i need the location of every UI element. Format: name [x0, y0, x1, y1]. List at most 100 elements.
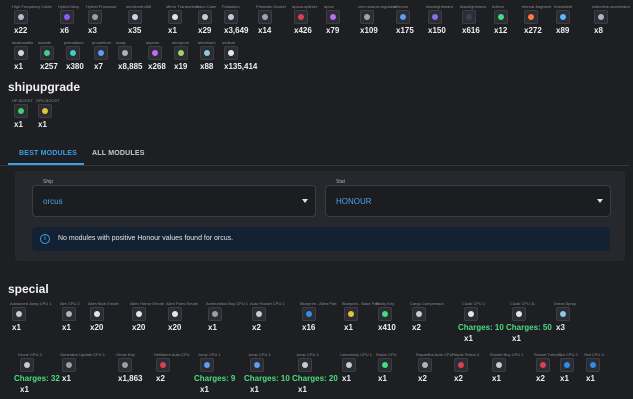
item-label: Generator Update CPU 1 [60, 352, 105, 357]
item-label: Hybrid Processor [86, 4, 117, 9]
item-label: lunarite [38, 40, 52, 45]
item-icon[interactable] [512, 307, 526, 321]
item-icon[interactable] [20, 358, 34, 372]
item-icon[interactable] [250, 358, 264, 372]
item-icon[interactable] [208, 307, 222, 321]
item-icon[interactable] [148, 46, 162, 60]
item-count: x1 [12, 323, 21, 332]
item-count: x109 [360, 26, 378, 35]
item-icon[interactable] [378, 307, 392, 321]
item-count: x2 [536, 374, 545, 383]
item-icon[interactable] [14, 104, 28, 118]
item-label: scrap [116, 40, 126, 45]
chevron-down-icon [302, 199, 308, 203]
item-icon[interactable] [66, 46, 80, 60]
item-icon[interactable] [200, 358, 214, 372]
item-count: x16 [302, 323, 316, 332]
item-icon[interactable] [418, 358, 432, 372]
item-icon[interactable] [258, 10, 272, 24]
item-icon[interactable] [224, 46, 238, 60]
item-icon[interactable] [494, 10, 508, 24]
item-label: boltron [492, 4, 505, 9]
item-icon[interactable] [412, 307, 426, 321]
item-icon[interactable] [128, 10, 142, 24]
item-count: x1 [168, 26, 177, 35]
item-icon[interactable] [168, 307, 182, 321]
item-icon[interactable] [536, 358, 550, 372]
item-icon[interactable] [156, 358, 170, 372]
item-icon[interactable] [38, 104, 52, 118]
item-label: SPD-BOOST [36, 98, 60, 103]
item-icon[interactable] [174, 46, 188, 60]
item-count: x380 [66, 62, 84, 71]
item-icon[interactable] [464, 307, 478, 321]
item-icon[interactable] [594, 10, 608, 24]
item-label: Laboratory CPU 1 [340, 352, 373, 357]
item-label: apoca-splinter [292, 4, 318, 9]
stat-select[interactable]: Stat HONOUR [325, 179, 611, 217]
item-icon[interactable] [40, 46, 54, 60]
item-icon[interactable] [168, 10, 182, 24]
item-count: x1 [512, 334, 521, 343]
item-icon[interactable] [556, 10, 570, 24]
item-icon[interactable] [428, 10, 442, 24]
item-count: x175 [396, 26, 414, 35]
item-count: x1 [62, 323, 71, 332]
tab-all-modules[interactable]: ALL MODULES [92, 150, 145, 157]
item-label: tetrelnium [198, 40, 216, 45]
item-icon[interactable] [556, 307, 570, 321]
item-count: x19 [174, 62, 188, 71]
item-label: Jump CPU 2 [296, 352, 319, 357]
item-count: x2 [412, 323, 421, 332]
item-icon[interactable] [344, 307, 358, 321]
item-icon[interactable] [396, 10, 410, 24]
item-icon[interactable] [524, 10, 538, 24]
item-icon[interactable] [88, 10, 102, 24]
item-count: x3 [556, 323, 565, 332]
item-label: blacklightneant [426, 4, 453, 9]
tab-best-modules[interactable]: BEST MODULES [19, 150, 77, 157]
item-label: Booty Key [376, 301, 395, 306]
ship-select-value: orcus [43, 197, 63, 206]
item-icon[interactable] [454, 358, 468, 372]
item-icon[interactable] [198, 10, 212, 24]
item-icon[interactable] [62, 358, 76, 372]
item-icon[interactable] [94, 46, 108, 60]
ship-select[interactable]: Ship orcus [32, 179, 316, 217]
item-label: seprom [146, 40, 160, 45]
item-icon[interactable] [560, 358, 574, 372]
item-charges: Charges: 10 [458, 323, 504, 332]
item-icon[interactable] [90, 307, 104, 321]
item-count: x1 [250, 385, 259, 394]
item-icon[interactable] [302, 307, 316, 321]
item-icon[interactable] [462, 10, 476, 24]
item-icon[interactable] [326, 10, 340, 24]
item-icon[interactable] [200, 46, 214, 60]
item-icon[interactable] [378, 358, 392, 372]
item-icon[interactable] [342, 358, 356, 372]
item-icon[interactable] [118, 358, 132, 372]
item-icon[interactable] [298, 358, 312, 372]
item-icon[interactable] [586, 358, 600, 372]
item-icon[interactable] [118, 46, 132, 60]
item-count: x20 [132, 323, 146, 332]
item-count: x616 [462, 26, 480, 35]
item-icon[interactable] [14, 46, 28, 60]
item-count: x1 [200, 385, 209, 394]
item-icon[interactable] [360, 10, 374, 24]
scrollbar[interactable] [629, 0, 633, 399]
item-count: x3,649 [224, 26, 249, 35]
item-icon[interactable] [12, 307, 26, 321]
item-icon[interactable] [224, 10, 238, 24]
item-label: Ammunition Buy CPU 1 [206, 301, 249, 306]
item-label: Alien Horror Emote [130, 301, 165, 306]
item-icon[interactable] [252, 307, 266, 321]
item-label: Repair Robot 4 [452, 352, 479, 357]
item-icon[interactable] [60, 10, 74, 24]
item-icon[interactable] [14, 10, 28, 24]
item-icon[interactable] [62, 307, 76, 321]
item-icon[interactable] [492, 358, 506, 372]
item-count: x29 [198, 26, 212, 35]
item-icon[interactable] [132, 307, 146, 321]
item-icon[interactable] [294, 10, 308, 24]
